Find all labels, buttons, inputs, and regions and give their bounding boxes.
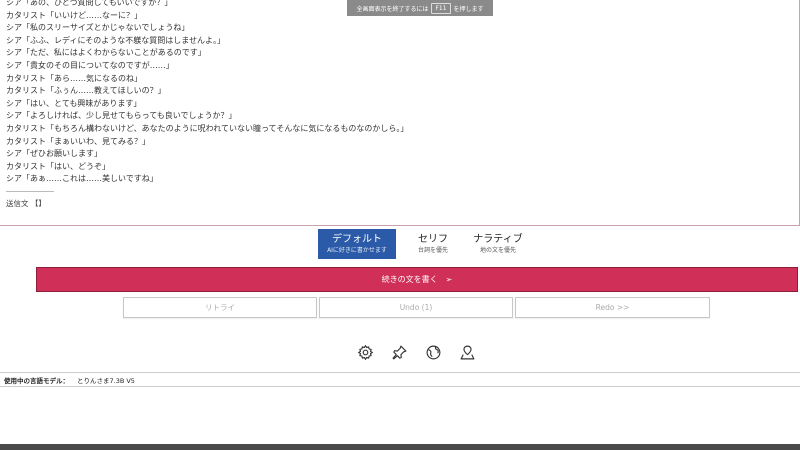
mode-selector: デフォルト AIに好きに書かせます セリフ 台詞を優先 ナラティブ 地の文を優先 — [318, 229, 528, 259]
story-line: カタリスト「まぁいいわ、見てみる？」 — [6, 136, 150, 146]
story-text[interactable]: シア「あの、ひとつ質問してもいいですか？」 カタリスト「いいけど……なーに？」 … — [6, 0, 779, 186]
story-line: カタリスト「いいけど……なーに？」 — [6, 10, 142, 20]
model-value: とりんさま7.3B V5 — [77, 376, 135, 385]
model-label: 使用中の言語モデル： — [4, 376, 69, 385]
story-panel[interactable]: シア「あの、ひとつ質問してもいいですか？」 カタリスト「いいけど……なーに？」 … — [0, 0, 800, 226]
redo-label: Redo >> — [595, 303, 630, 312]
mode-subtitle: 地の文を優先 — [479, 247, 516, 254]
pin-icon[interactable] — [391, 344, 408, 361]
continue-label: 続きの文を書く — [381, 275, 438, 284]
story-line: シア「よろしければ、少し見せてもらっても良いでしょうか？」 — [6, 111, 237, 121]
undo-button[interactable]: Undo (1) — [319, 297, 513, 318]
story-divider — [6, 191, 54, 192]
redo-button[interactable]: Redo >> — [515, 297, 710, 318]
mode-dialogue-button[interactable]: セリフ 台詞を優先 — [406, 229, 460, 259]
model-info-bar: 使用中の言語モデル： とりんさま7.3B V5 — [0, 372, 800, 387]
send-arrow-icon: ➢ — [445, 275, 453, 284]
retry-label: リトライ — [205, 303, 235, 312]
mode-narrative-button[interactable]: ナラティブ 地の文を優先 — [468, 229, 528, 259]
mode-title: デフォルト — [332, 234, 382, 245]
tool-icons — [357, 344, 476, 361]
story-line: シア「はい、とても興味があります」 — [6, 98, 142, 108]
story-line: シア「ふふ、レディにそのような不躾な質問はしませんよ。」 — [6, 35, 226, 45]
globe-icon[interactable] — [425, 344, 442, 361]
story-line: シア「貴女のその目についてなのですが……」 — [6, 60, 174, 70]
story-line: シア「ぜひお願いします」 — [6, 149, 102, 159]
story-line: シア「あの、ひとつ質問してもいいですか？」 — [6, 0, 173, 7]
continue-writing-button[interactable]: 続きの文を書く ➢ — [36, 267, 798, 292]
send-text-label: 送信文 【】 — [6, 199, 46, 208]
taskbar-strip — [0, 444, 800, 450]
mode-subtitle: AIに好きに書かせます — [327, 247, 387, 254]
mode-title: ナラティブ — [473, 234, 523, 245]
mode-subtitle: 台詞を優先 — [417, 247, 448, 254]
mode-title: セリフ — [418, 234, 448, 245]
story-line: シア「ただ、私にはよくわからないことがあるのです」 — [6, 48, 206, 58]
map-pin-icon[interactable] — [459, 344, 476, 361]
mode-default-button[interactable]: デフォルト AIに好きに書かせます — [318, 229, 396, 259]
story-line: カタリスト「ふぅん……教えてほしいの？」 — [6, 86, 166, 96]
gear-icon[interactable] — [357, 344, 374, 361]
story-line: カタリスト「はい、どうぞ」 — [6, 161, 110, 171]
undo-label: Undo (1) — [399, 303, 433, 312]
story-line: カタリスト「あら……気になるのね」 — [6, 73, 142, 83]
retry-button[interactable]: リトライ — [123, 297, 317, 318]
story-line: シア「私のスリーサイズとかじゃないでしょうね」 — [6, 23, 190, 33]
story-line: シア「あぁ……これは……美しいですね」 — [6, 174, 158, 184]
story-line: カタリスト「もちろん構わないけど、あなたのように呪われていない瞳ってそんなに気に… — [6, 123, 409, 133]
